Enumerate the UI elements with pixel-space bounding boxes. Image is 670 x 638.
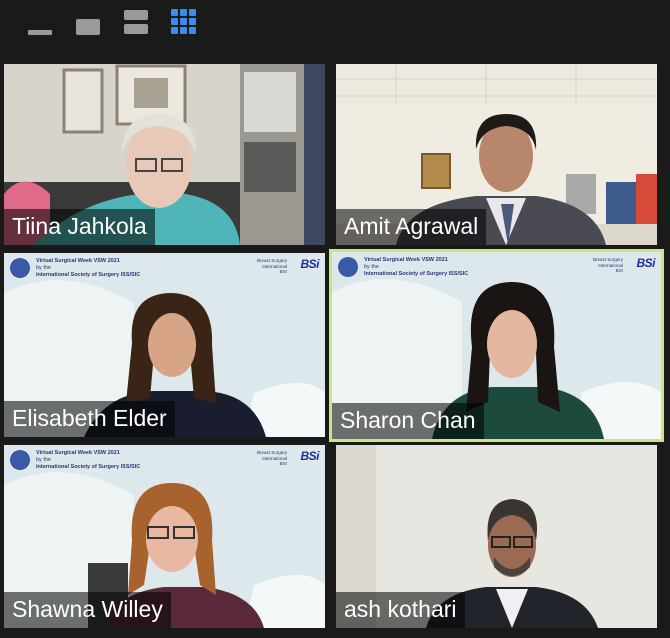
participant-name: Sharon Chan (332, 403, 484, 439)
bsi-logo: BSi (636, 256, 655, 270)
video-tile[interactable]: Amit Agrawal (336, 64, 657, 245)
participant-name: Elisabeth Elder (4, 401, 175, 437)
bsi-logo: BSi (300, 257, 319, 271)
video-tile[interactable]: Virtual Surgical Week VSW 2021 by the In… (4, 253, 325, 437)
banner-title: Virtual Surgical Week VSW 2021 (364, 257, 448, 263)
bsi-logo: BSi (300, 449, 319, 463)
banner-title: Virtual Surgical Week VSW 2021 (36, 450, 120, 456)
globe-logo-icon (338, 257, 358, 277)
globe-logo-icon (10, 450, 30, 470)
video-tile[interactable]: Virtual Surgical Week VSW 2021 by the In… (4, 445, 325, 628)
banner-right-text: Breast Surgery International BSI (256, 258, 287, 274)
banner-right-text: Breast Surgery International BSI (592, 257, 623, 273)
banner-org: International Society of Surgery ISS/SIC (36, 272, 141, 278)
window-toolbar (0, 0, 670, 58)
video-tile[interactable]: ash kothari (336, 445, 657, 628)
banner-right-text: Breast Surgery International BSI (256, 450, 287, 466)
gallery-view-icon[interactable] (170, 8, 200, 38)
participant-name: Tiina Jahkola (4, 209, 155, 245)
banner-org: International Society of Surgery ISS/SIC (364, 271, 469, 277)
video-tile-active-speaker[interactable]: Virtual Surgical Week VSW 2021 by the In… (329, 249, 664, 442)
minimize-icon[interactable] (26, 14, 54, 42)
banner-title: Virtual Surgical Week VSW 2021 (36, 258, 120, 264)
banner-by: by the (364, 264, 379, 270)
banner-by: by the (36, 265, 51, 271)
participant-name: Amit Agrawal (336, 209, 487, 245)
globe-logo-icon (10, 258, 30, 278)
participant-name: ash kothari (336, 592, 465, 628)
video-tile[interactable]: Tiina Jahkola (4, 64, 325, 245)
banner-org: International Society of Surgery ISS/SIC (36, 464, 141, 470)
participant-name: Shawna Willey (4, 592, 171, 628)
stacked-view-icon[interactable] (122, 8, 150, 38)
banner-by: by the (36, 457, 51, 463)
speaker-view-icon[interactable] (74, 14, 102, 42)
